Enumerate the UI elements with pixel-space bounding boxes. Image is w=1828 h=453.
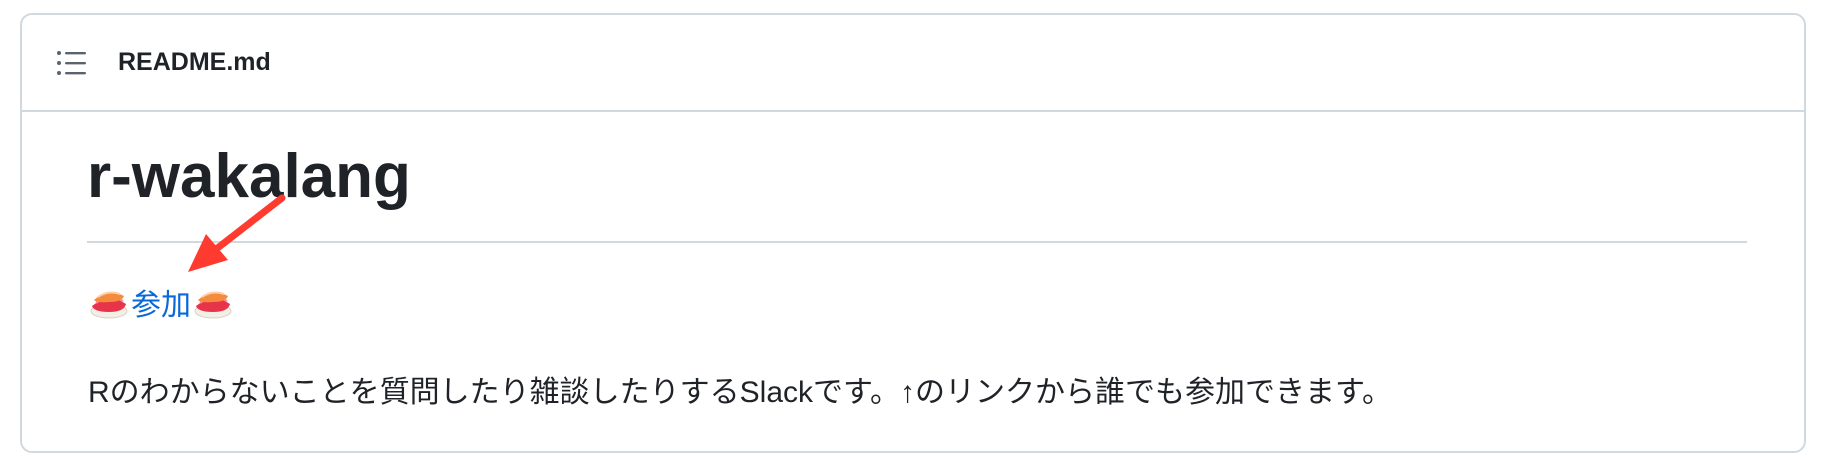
readme-description: Rのわからないことを質問したり雑談したりするSlackです。↑のリンクから誰でも… [88, 376, 1393, 409]
readme-container: README.md r-wakalang 参加 Rのわからないことを質問したり雑… [20, 13, 1806, 453]
list-unordered-icon [57, 50, 86, 75]
join-link[interactable]: 参加 [130, 280, 192, 324]
sushi-icon [88, 282, 130, 322]
file-name: README.md [118, 48, 271, 76]
readme-title: r-wakalang [87, 142, 411, 211]
title-divider [87, 241, 1747, 243]
sushi-icon [192, 282, 234, 322]
join-line: 参加 [88, 280, 234, 324]
table-of-contents-button[interactable] [52, 43, 92, 83]
readme-header: README.md [22, 15, 1804, 112]
